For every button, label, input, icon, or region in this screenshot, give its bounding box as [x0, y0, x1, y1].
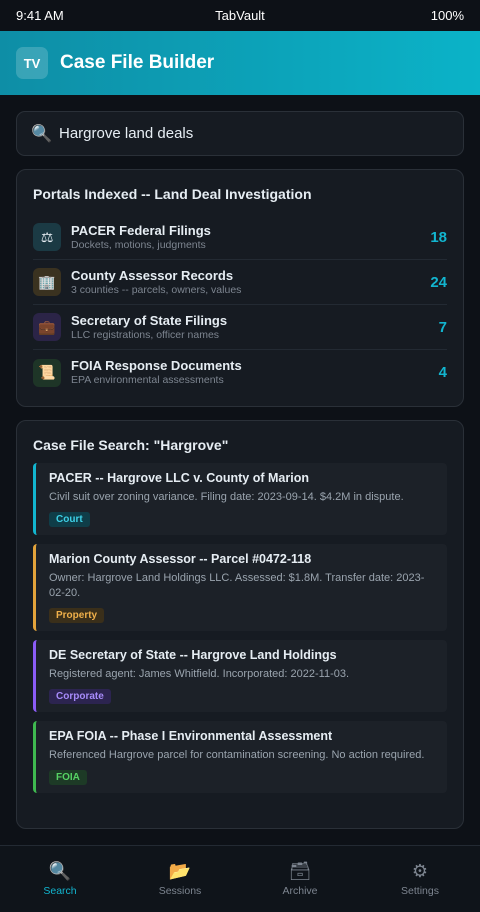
status-battery: 100%: [430, 8, 464, 23]
result-description: Referenced Hargrove parcel for contamina…: [49, 749, 425, 761]
briefcase-icon: 💼: [33, 313, 61, 341]
search-bar[interactable]: 🔍: [16, 111, 464, 156]
results-list: PACER -- Hargrove LLC v. County of Mario…: [33, 463, 447, 793]
status-app-name: TabVault: [215, 8, 265, 23]
status-time: 9:41 AM: [16, 8, 64, 23]
result-title: Marion County Assessor -- Parcel #0472-1…: [49, 552, 312, 566]
results-card: Case File Search: "Hargrove" PACER -- Ha…: [16, 420, 464, 829]
nav-archive[interactable]: 🗃 Archive: [240, 846, 360, 912]
portal-count: 7: [438, 318, 447, 336]
nav-settings[interactable]: ⚙ Settings: [360, 846, 480, 912]
portal-subtitle: EPA environmental assessments: [71, 374, 224, 386]
portal-count: 18: [430, 228, 447, 246]
portal-name: PACER Federal Filings: [71, 222, 211, 238]
portals-title: Portals Indexed -- Land Deal Investigati…: [33, 186, 312, 202]
portal-row-assessor[interactable]: 🏢 County Assessor Records 3 counties -- …: [33, 260, 447, 305]
result-title: DE Secretary of State -- Hargrove Land H…: [49, 648, 337, 662]
portals-card: Portals Indexed -- Land Deal Investigati…: [16, 169, 464, 407]
app-header: TV Case File Builder: [0, 31, 480, 95]
results-title: Case File Search: "Hargrove": [33, 437, 229, 453]
nav-label: Settings: [401, 885, 439, 897]
bottom-nav: 🔍 Search 📂 Sessions 🗃 Archive ⚙ Settings: [0, 845, 480, 912]
result-tag: FOIA: [49, 770, 87, 785]
page-title: Case File Builder: [60, 52, 215, 73]
building-icon: 🏢: [33, 268, 61, 296]
nav-sessions[interactable]: 📂 Sessions: [120, 846, 240, 912]
portal-name: County Assessor Records: [71, 267, 234, 283]
result-item[interactable]: EPA FOIA -- Phase I Environmental Assess…: [33, 721, 447, 793]
folder-icon: 📂: [168, 861, 192, 881]
portal-row-secretary-of-state[interactable]: 💼 Secretary of State Filings LLC registr…: [33, 305, 447, 350]
result-item[interactable]: DE Secretary of State -- Hargrove Land H…: [33, 640, 447, 712]
status-bar: 9:41 AM TabVault 100%: [0, 0, 480, 31]
portal-subtitle: Dockets, motions, judgments: [71, 238, 206, 251]
result-description: Registered agent: James Whitfield. Incor…: [49, 668, 350, 680]
file-box-icon: 🗃: [288, 861, 312, 881]
result-description: Owner: Hargrove Land Holdings LLC. Asses…: [49, 572, 425, 599]
result-item[interactable]: Marion County Assessor -- Parcel #0472-1…: [33, 544, 447, 631]
nav-label: Archive: [282, 885, 318, 897]
portal-list: ⚖ PACER Federal Filings Dockets, motions…: [33, 215, 447, 395]
result-title: PACER -- Hargrove LLC v. County of Mario…: [49, 471, 309, 485]
portal-row-foia[interactable]: 📜 FOIA Response Documents EPA environmen…: [33, 350, 447, 395]
result-tag: Court: [49, 512, 90, 527]
portal-subtitle: 3 counties -- parcels, owners, values: [71, 283, 242, 296]
portal-subtitle: LLC registrations, officer names: [71, 328, 220, 341]
search-input[interactable]: [59, 125, 439, 142]
scales-icon: ⚖: [33, 223, 61, 251]
portal-row-pacer[interactable]: ⚖ PACER Federal Filings Dockets, motions…: [33, 215, 447, 260]
gear-icon: ⚙: [411, 861, 429, 881]
result-title: EPA FOIA -- Phase I Environmental Assess…: [49, 729, 333, 743]
nav-search[interactable]: 🔍 Search: [0, 846, 120, 912]
magnifier-icon: 🔍: [48, 861, 72, 881]
search-icon: 🔍: [31, 123, 53, 143]
result-tag: Property: [49, 608, 105, 623]
portal-name: Secretary of State Filings: [71, 312, 228, 328]
nav-label: Search: [43, 885, 77, 897]
result-description: Civil suit over zoning variance. Filing …: [49, 491, 404, 503]
result-tag: Corporate: [49, 689, 111, 704]
nav-label: Sessions: [158, 885, 202, 897]
portal-name: FOIA Response Documents: [71, 358, 242, 373]
result-item[interactable]: PACER -- Hargrove LLC v. County of Mario…: [33, 463, 447, 535]
scroll-icon: 📜: [33, 358, 61, 387]
portal-count: 4: [438, 364, 447, 381]
app-logo: TV: [16, 47, 48, 79]
portal-count: 24: [430, 273, 447, 291]
